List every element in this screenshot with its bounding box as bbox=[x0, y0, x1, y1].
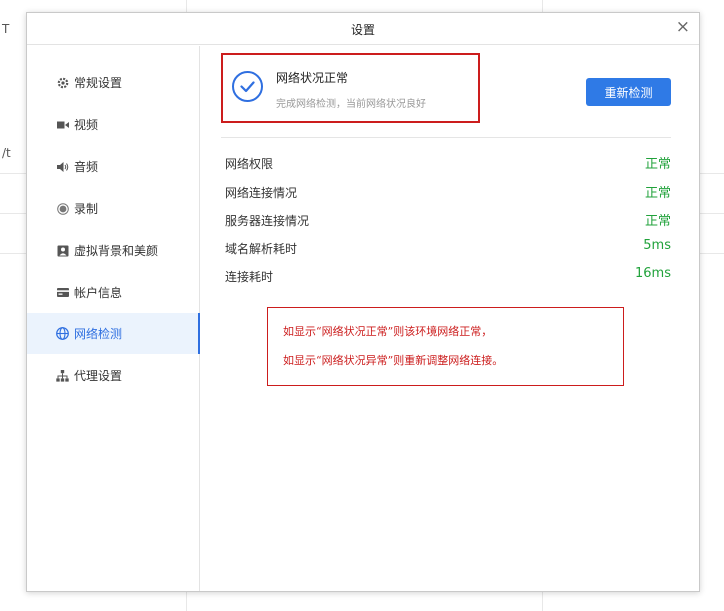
check-row-server: 服务器连接情况 正常 bbox=[225, 209, 671, 231]
settings-sidebar: 常规设置 视频 音频 录制 虚拟背景和美颜 帐户信息 网络检测 代理设置 bbox=[27, 46, 200, 591]
background-fragment: /t bbox=[2, 146, 11, 160]
settings-dialog: 设置 × 常规设置 视频 音频 录制 虚拟背景和美颜 帐户信息 网络检测 代理设… bbox=[26, 12, 700, 592]
sidebar-item-video[interactable]: 视频 bbox=[27, 104, 200, 145]
check-value: 16ms bbox=[635, 266, 671, 281]
check-value: 5ms bbox=[643, 238, 671, 253]
sidebar-item-label: 录制 bbox=[74, 202, 99, 216]
check-label: 网络连接情况 bbox=[225, 186, 298, 200]
background-divider bbox=[542, 0, 543, 12]
sidebar-item-label: 音频 bbox=[74, 160, 99, 174]
video-icon bbox=[56, 118, 69, 131]
background-fragment: T bbox=[2, 22, 10, 36]
network-check-panel: 网络状况正常 完成网络检测，当前网络状况良好 重新检测 网络权限 正常 网络连接… bbox=[201, 46, 699, 591]
sidebar-item-label: 代理设置 bbox=[74, 369, 123, 383]
annotation-box: 如显示“网络状况正常”则该环境网络正常， 如显示“网络状况异常”则重新调整网络连… bbox=[267, 307, 624, 386]
check-value: 正常 bbox=[644, 186, 671, 201]
sidebar-item-label: 视频 bbox=[74, 118, 99, 132]
network-status-card: 网络状况正常 完成网络检测，当前网络状况良好 bbox=[221, 53, 480, 123]
sidebar-item-network-check[interactable]: 网络检测 bbox=[27, 313, 200, 354]
sidebar-item-virtual-background[interactable]: 虚拟背景和美颜 bbox=[27, 230, 200, 271]
gear-icon bbox=[56, 76, 69, 89]
check-row-permission: 网络权限 正常 bbox=[225, 152, 671, 174]
annotation-line: 如显示“网络状况正常”则该环境网络正常， bbox=[283, 325, 493, 338]
record-icon bbox=[56, 202, 69, 215]
sidebar-item-proxy[interactable]: 代理设置 bbox=[27, 355, 200, 396]
check-label: 服务器连接情况 bbox=[225, 214, 310, 228]
speaker-icon bbox=[56, 160, 69, 173]
card-icon bbox=[56, 286, 69, 299]
close-icon[interactable]: × bbox=[676, 16, 690, 38]
check-label: 网络权限 bbox=[225, 157, 274, 171]
check-circle-icon bbox=[232, 71, 263, 102]
sidebar-item-label: 帐户信息 bbox=[74, 286, 123, 300]
network-tree-icon bbox=[56, 369, 69, 382]
background-divider bbox=[186, 0, 187, 12]
check-label: 域名解析耗时 bbox=[225, 242, 298, 256]
dialog-title: 设置 bbox=[350, 23, 375, 37]
sidebar-item-record[interactable]: 录制 bbox=[27, 188, 200, 229]
section-divider bbox=[221, 137, 671, 138]
annotation-line: 如显示“网络状况异常”则重新调整网络连接。 bbox=[283, 354, 504, 367]
dialog-titlebar: 设置 × bbox=[27, 13, 699, 45]
background-divider bbox=[542, 592, 543, 611]
sidebar-item-general[interactable]: 常规设置 bbox=[27, 62, 200, 103]
check-row-latency: 连接耗时 16ms bbox=[225, 265, 671, 287]
globe-icon bbox=[56, 327, 69, 340]
portrait-icon bbox=[56, 244, 69, 257]
sidebar-item-label: 常规设置 bbox=[74, 76, 123, 90]
status-subtitle: 完成网络检测，当前网络状况良好 bbox=[276, 99, 426, 110]
check-value: 正常 bbox=[644, 214, 671, 229]
check-row-connection: 网络连接情况 正常 bbox=[225, 181, 671, 203]
check-label: 连接耗时 bbox=[225, 270, 274, 284]
sidebar-item-audio[interactable]: 音频 bbox=[27, 146, 200, 187]
sidebar-item-label: 网络检测 bbox=[74, 327, 123, 341]
redetect-button[interactable]: 重新检测 bbox=[586, 78, 671, 106]
check-row-dns: 域名解析耗时 5ms bbox=[225, 237, 671, 259]
sidebar-item-account[interactable]: 帐户信息 bbox=[27, 272, 200, 313]
status-title: 网络状况正常 bbox=[276, 71, 349, 85]
sidebar-item-label: 虚拟背景和美颜 bbox=[74, 244, 159, 258]
background-divider bbox=[186, 592, 187, 611]
check-value: 正常 bbox=[644, 157, 671, 172]
